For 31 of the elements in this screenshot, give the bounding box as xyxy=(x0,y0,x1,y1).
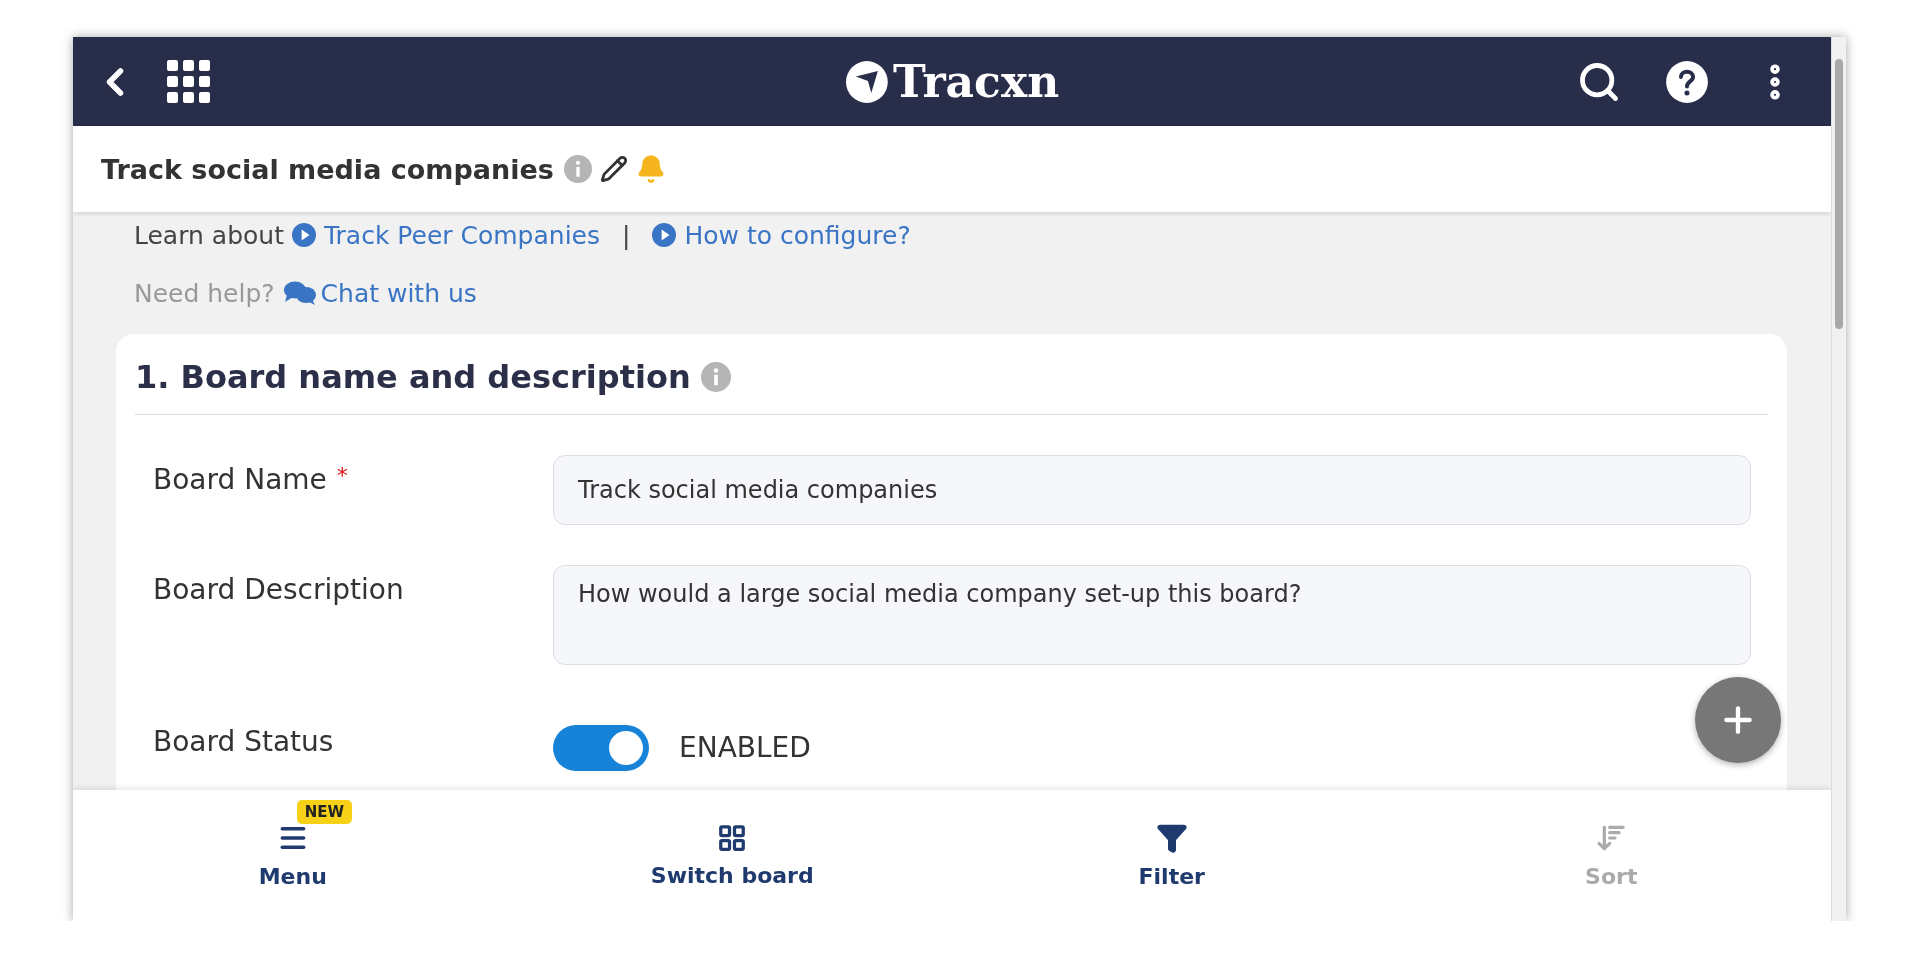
description-field[interactable]: How would a large social media company set-up this board? xyxy=(553,565,1751,665)
board-name-field[interactable]: Track social media companies xyxy=(553,455,1751,525)
new-badge: NEW xyxy=(296,800,353,824)
nav-item[interactable]: Switch board xyxy=(512,790,952,921)
field-label: Board Status xyxy=(152,724,335,758)
board-title: Track social media companies xyxy=(101,153,554,185)
grid-icon xyxy=(717,823,748,853)
nav-item[interactable]: NEW Menu xyxy=(73,790,513,921)
filter-icon xyxy=(1155,822,1188,854)
field-label: Board Description xyxy=(152,572,405,606)
play-icon xyxy=(652,223,677,247)
separator: | xyxy=(622,220,631,250)
video-link[interactable]: Track Peer Companies xyxy=(291,220,600,250)
field-label: Board Name * xyxy=(152,462,349,496)
video-link[interactable]: How to configure? xyxy=(652,220,911,250)
status-toggle[interactable] xyxy=(553,725,649,771)
chat-icon xyxy=(282,280,317,306)
learn-label: Learn about xyxy=(134,220,284,250)
chat-link[interactable]: Chat with us xyxy=(282,278,477,308)
section-title: 1. Board name and description xyxy=(135,358,691,396)
apps-grid-icon[interactable] xyxy=(167,59,211,104)
logo-text: Tracxn xyxy=(892,56,1060,107)
logo-icon xyxy=(844,59,889,104)
help-label: Need help? xyxy=(134,278,275,308)
scrollbar[interactable] xyxy=(1831,37,1846,921)
help-icon[interactable] xyxy=(1665,59,1709,104)
nav-item[interactable]: Filter xyxy=(952,790,1392,921)
edit-icon[interactable] xyxy=(599,155,628,183)
play-icon xyxy=(291,223,316,247)
required-mark: * xyxy=(336,463,348,490)
status-text: ENABLED xyxy=(679,731,811,764)
